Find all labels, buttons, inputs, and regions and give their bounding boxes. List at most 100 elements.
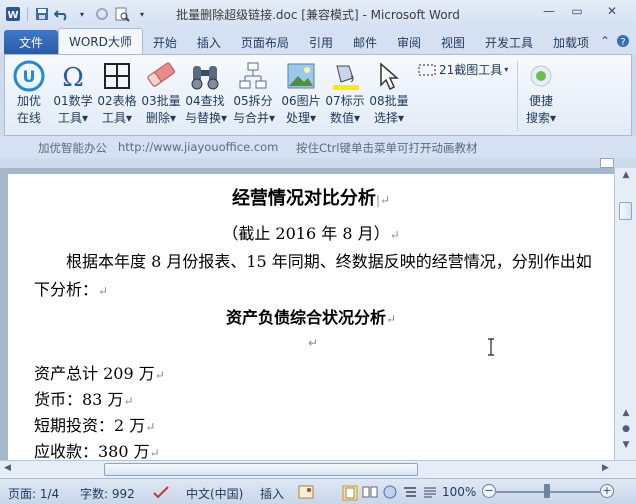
tab-addins[interactable]: 加载项 xyxy=(543,30,599,54)
horizontal-scrollbar[interactable]: ◀ ▶ xyxy=(0,460,636,478)
tab-right-controls: ⌃ ? xyxy=(600,34,630,51)
zoom-out-icon[interactable]: − xyxy=(482,484,496,498)
full-screen-reading-icon[interactable] xyxy=(362,485,378,502)
omega-icon: Ω xyxy=(53,59,93,93)
web-layout-icon[interactable] xyxy=(382,485,398,502)
save-icon[interactable] xyxy=(33,5,51,23)
insert-mode[interactable]: 插入 xyxy=(260,485,284,502)
ribbon-panel: U 加优 在线 Ω 01数学 工具▾ 02表格 工具▾ 03批量 删除▾ 04查… xyxy=(4,54,632,136)
outline-view-icon[interactable] xyxy=(402,485,418,502)
button-label-line2: 工具▾ xyxy=(101,111,133,125)
button-label-line1: 加优 xyxy=(16,94,41,108)
tab-view[interactable]: 视图 xyxy=(431,30,475,54)
tab-word-master[interactable]: WORD大师 xyxy=(58,28,143,54)
picture-icon xyxy=(281,59,321,93)
batch-delete-button[interactable]: 03批量 删除▾ xyxy=(141,59,181,127)
word-count[interactable]: 字数: 992 xyxy=(80,485,135,502)
doc-line-text: 资产总计 209 万 xyxy=(34,364,155,383)
button-label-line1: 03批量 xyxy=(141,94,181,108)
table-grid-icon xyxy=(97,59,137,93)
tab-file[interactable]: 文件 xyxy=(4,30,58,54)
ruler-toggle[interactable] xyxy=(600,158,614,168)
tab-mailings[interactable]: 邮件 xyxy=(343,30,387,54)
proofing-icon[interactable] xyxy=(152,485,170,502)
jiayou-online-button[interactable]: U 加优 在线 xyxy=(9,59,49,127)
find-replace-button[interactable]: 04查找 与替换▾ xyxy=(185,59,228,127)
tab-developer[interactable]: 开发工具 xyxy=(475,30,543,54)
button-label-line2: 在线 xyxy=(16,111,41,125)
quick-access-toolbar: W ▾ ▾ xyxy=(0,5,151,23)
website-link[interactable]: http://www.jiayouoffice.com xyxy=(118,140,278,154)
redo-icon[interactable] xyxy=(93,5,111,23)
zoom-in-icon[interactable]: + xyxy=(600,484,614,498)
scroll-left-icon[interactable]: ◀ xyxy=(4,463,11,473)
quick-search-button[interactable]: 便捷 搜索▾ xyxy=(521,59,561,127)
language-indicator[interactable]: 中文(中国) xyxy=(186,485,243,502)
tab-insert[interactable]: 插入 xyxy=(187,30,231,54)
empty-paragraph-mark: ↵ xyxy=(308,336,319,350)
split-merge-button[interactable]: 05拆分 与合并▾ xyxy=(233,59,275,127)
button-label-line2: 搜索▾ xyxy=(525,111,557,125)
document-area[interactable]: 经营情况对比分析|↵ （截止 2016 年 8 月）↵ 根据本年度 8 月份报表… xyxy=(0,168,614,460)
batch-select-button[interactable]: 08批量 选择▾ xyxy=(369,59,409,127)
browse-object-icon[interactable]: ● xyxy=(618,424,634,438)
mark-values-button[interactable]: 07标示 数值▾ xyxy=(325,59,365,127)
zoom-slider-knob[interactable] xyxy=(544,484,550,498)
svg-text:W: W xyxy=(7,10,18,21)
scroll-down-icon[interactable]: ▼ xyxy=(618,440,634,454)
macro-record-icon[interactable] xyxy=(298,485,314,502)
status-bar: 页面: 1/4 字数: 992 中文(中国) 插入 100% − + xyxy=(0,478,636,504)
button-label-line1: 07标示 xyxy=(325,94,365,108)
help-icon[interactable]: ? xyxy=(616,34,630,51)
document-page[interactable]: 经营情况对比分析|↵ （截止 2016 年 8 月）↵ 根据本年度 8 月份报表… xyxy=(8,174,614,460)
button-label-line2: 处理▾ xyxy=(285,111,317,125)
scroll-up-page-icon[interactable]: ▲ xyxy=(618,408,634,422)
doc-paragraph-text: 根据本年度 8 月份报表、15 年同期、终数据反映的经营情况，分别作出如下分析： xyxy=(34,252,592,299)
button-label-line1: 08批量 xyxy=(369,94,409,108)
ribbon-tabs: 文件 WORD大师 开始 插入 页面布局 引用 邮件 审阅 视图 开发工具 加载… xyxy=(0,28,636,54)
button-label-line2: 与替换▾ xyxy=(185,111,228,125)
restore-icon[interactable]: ▭ xyxy=(564,2,590,20)
image-process-button[interactable]: 06图片 处理▾ xyxy=(281,59,321,127)
tab-review[interactable]: 审阅 xyxy=(387,30,431,54)
scroll-up-icon[interactable]: ▲ xyxy=(618,170,634,184)
horizontal-scroll-thumb[interactable] xyxy=(104,463,418,476)
svg-text:U: U xyxy=(23,67,36,86)
customize-qat-icon[interactable]: ▾ xyxy=(133,5,151,23)
tab-home[interactable]: 开始 xyxy=(143,30,187,54)
vertical-scrollbar[interactable]: ▲ ▲ ● ▼ xyxy=(614,168,636,460)
draft-view-icon[interactable] xyxy=(422,485,438,502)
ibeam-cursor-icon xyxy=(488,338,494,356)
tab-references[interactable]: 引用 xyxy=(299,30,343,54)
jiayou-logo-icon: U xyxy=(9,59,49,93)
page-count[interactable]: 页面: 1/4 xyxy=(8,485,59,502)
table-tools-button[interactable]: 02表格 工具▾ xyxy=(97,59,137,127)
scroll-right-icon[interactable]: ▶ xyxy=(602,463,609,473)
word-app-icon[interactable]: W xyxy=(4,5,22,23)
button-label-line1: 便捷 xyxy=(528,94,553,108)
zoom-level[interactable]: 100% xyxy=(442,485,476,499)
doc-subtitle: （截止 2016 年 8 月）↵ xyxy=(222,224,400,243)
hint-text: 按住Ctrl键单击菜单可打开动画教材 xyxy=(296,141,478,155)
brand-text: 加优智能办公 xyxy=(38,141,107,155)
paint-bucket-icon xyxy=(325,59,365,93)
tab-page-layout[interactable]: 页面布局 xyxy=(231,30,299,54)
doc-line: 应收款：380 万↵ xyxy=(34,442,160,460)
title-bar: W ▾ ▾ 批量删除超级链接.doc [兼容模式] - Microsoft Wo… xyxy=(0,0,636,28)
minimize-ribbon-icon[interactable]: ⌃ xyxy=(600,34,610,51)
print-preview-icon[interactable] xyxy=(113,5,131,23)
screenshot-tool-label: 21截图工具 xyxy=(439,63,503,77)
ruler-strip xyxy=(0,158,636,168)
addin-info-bar: 加优智能办公 http://www.jiayouoffice.com 按住Ctr… xyxy=(0,136,636,158)
screenshot-tool-dropdown[interactable]: 21截图工具 ▾ xyxy=(417,61,508,78)
print-layout-view-icon[interactable] xyxy=(342,485,358,504)
doc-line: 短期投资：2 万↵ xyxy=(34,416,156,435)
close-icon[interactable]: ✕ xyxy=(592,2,632,20)
minimize-icon[interactable]: — xyxy=(536,2,562,20)
undo-dropdown-icon[interactable]: ▾ xyxy=(73,5,91,23)
vertical-scroll-thumb[interactable] xyxy=(619,202,632,220)
math-tools-button[interactable]: Ω 01数学 工具▾ xyxy=(53,59,93,127)
qat-separator xyxy=(27,7,28,21)
undo-icon[interactable] xyxy=(53,5,71,23)
doc-heading: 资产负债综合状况分析↵ xyxy=(225,308,397,327)
